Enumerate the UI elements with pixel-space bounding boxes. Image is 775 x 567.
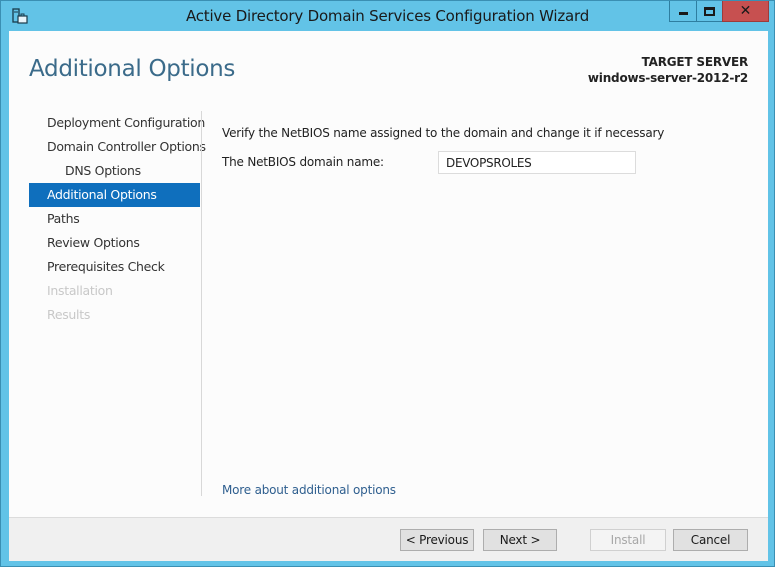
nav-item-domain-controller-options[interactable]: Domain Controller Options (29, 135, 206, 159)
page-title: Additional Options (29, 56, 236, 82)
install-button: Install (590, 529, 666, 551)
target-server-name: windows-server-2012-r2 (587, 71, 748, 85)
next-button[interactable]: Next > (483, 529, 557, 551)
wizard-steps-nav: Deployment Configuration Domain Controll… (29, 111, 206, 327)
nav-item-additional-options[interactable]: Additional Options (29, 183, 200, 207)
button-bar: < Previous Next > Install Cancel (9, 517, 768, 561)
nav-item-dns-options[interactable]: DNS Options (29, 159, 200, 183)
minimize-icon (678, 11, 688, 15)
nav-item-deployment-configuration[interactable]: Deployment Configuration (29, 111, 205, 135)
close-button[interactable]: ✕ (722, 1, 769, 22)
nav-divider (201, 111, 202, 496)
minimize-button[interactable] (669, 1, 697, 22)
nav-item-results: Results (47, 307, 91, 322)
netbios-name-input[interactable] (438, 151, 636, 174)
window-title: Active Directory Domain Services Configu… (185, 7, 590, 25)
maximize-button[interactable] (696, 1, 723, 22)
content-panel: Verify the NetBIOS name assigned to the … (222, 126, 665, 174)
nav-item-prerequisites-check[interactable]: Prerequisites Check (29, 255, 200, 279)
wizard-body: Additional Options TARGET SERVER windows… (9, 31, 768, 561)
netbios-field-row: The NetBIOS domain name: (222, 151, 642, 174)
nav-item-installation: Installation (47, 283, 113, 298)
maximize-icon (704, 6, 715, 16)
close-icon: ✕ (739, 3, 752, 19)
instruction-text: Verify the NetBIOS name assigned to the … (222, 126, 665, 140)
target-server-label: TARGET SERVER (641, 55, 749, 69)
nav-item-paths[interactable]: Paths (29, 207, 200, 231)
wizard-window: Active Directory Domain Services Configu… (0, 0, 775, 567)
cancel-button[interactable]: Cancel (673, 529, 748, 551)
previous-button[interactable]: < Previous (400, 529, 474, 551)
netbios-label: The NetBIOS domain name: (222, 155, 384, 169)
nav-item-review-options[interactable]: Review Options (29, 231, 200, 255)
title-bar[interactable]: Active Directory Domain Services Configu… (1, 1, 774, 31)
more-about-additional-options-link[interactable]: More about additional options (222, 483, 396, 497)
